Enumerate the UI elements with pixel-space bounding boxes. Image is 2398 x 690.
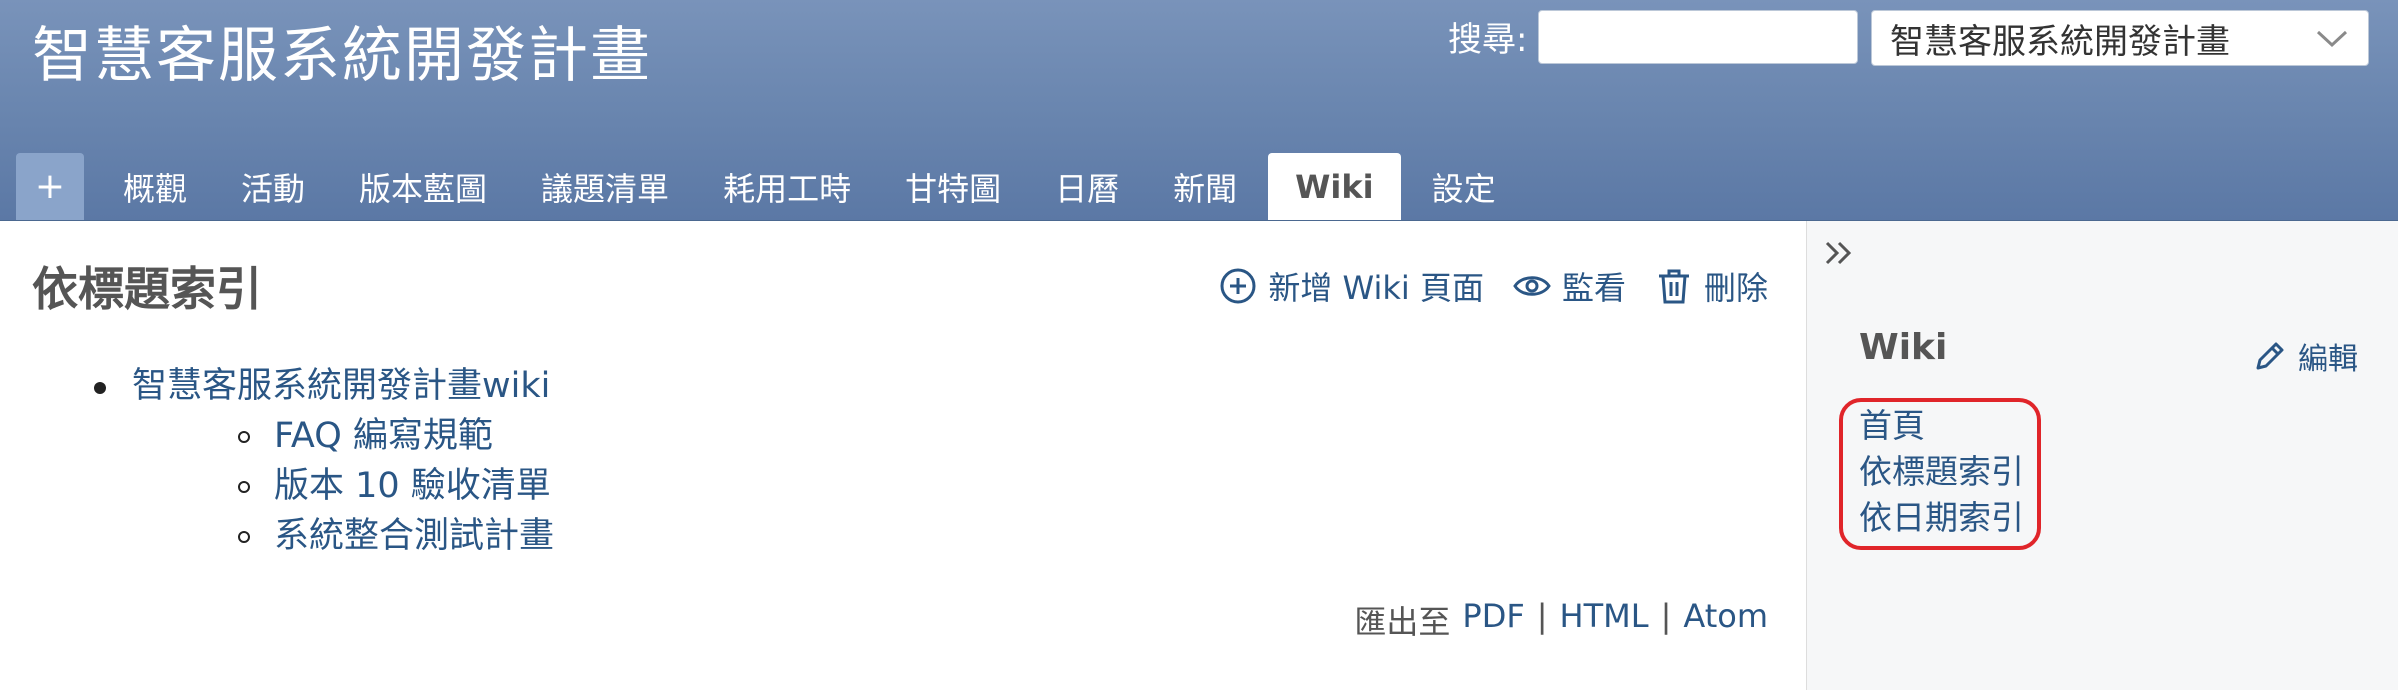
delete-button[interactable]: 刪除: [1654, 263, 1768, 309]
main-content: 依標題索引 新增 Wiki 頁面 監看 刪除 智慧客服系統開發計畫wiki FA…: [0, 221, 1806, 690]
sidebar-edit-label: 編輯: [2298, 342, 2358, 377]
sidebar-link-index-by-title[interactable]: 依標題索引: [1859, 449, 2037, 495]
sidebar-title: Wiki: [1859, 327, 1948, 368]
project-jump-selected: 智慧客服系統開發計畫: [1890, 21, 2230, 62]
sidebar-links-highlight: 首頁 依標題索引 依日期索引: [1839, 398, 2041, 550]
list-item: FAQ 編寫規範: [232, 411, 554, 461]
project-title[interactable]: 智慧客服系統開發計畫: [32, 16, 652, 96]
sidebar-link-start-page[interactable]: 首頁: [1859, 403, 2037, 449]
tab-spent-time[interactable]: 耗用工時: [696, 153, 878, 220]
chevron-down-icon: [2316, 30, 2348, 48]
watch-button[interactable]: 監看: [1512, 263, 1626, 309]
wiki-page-link-integration-test[interactable]: 系統整合測試計畫: [274, 516, 554, 556]
search-label: 搜尋:: [1448, 20, 1528, 60]
trash-icon: [1658, 269, 1689, 304]
pencil-icon: [2256, 342, 2284, 370]
export-atom-link[interactable]: Atom: [1683, 597, 1768, 643]
sidebar-edit-button[interactable]: 編輯: [2252, 334, 2358, 378]
page-title: 依標題索引: [32, 262, 262, 316]
tab-gantt[interactable]: 甘特圖: [878, 153, 1028, 220]
export-label: 匯出至: [1354, 603, 1451, 641]
export-pdf-link[interactable]: PDF: [1462, 597, 1524, 643]
separator: |: [1536, 597, 1548, 635]
new-wiki-page-button[interactable]: 新增 Wiki 頁面: [1218, 263, 1484, 309]
wiki-page-link-faq[interactable]: FAQ 編寫規範: [274, 416, 493, 456]
separator: |: [1660, 597, 1672, 635]
tab-wiki[interactable]: Wiki: [1268, 153, 1401, 220]
export-html-link[interactable]: HTML: [1560, 597, 1649, 643]
eye-icon: [1513, 276, 1551, 296]
wiki-child-pages: FAQ 編寫規範 版本 10 驗收清單 系統整合測試計畫: [132, 411, 554, 561]
new-object-button[interactable]: +: [16, 153, 84, 220]
wiki-page-link-acceptance[interactable]: 版本 10 驗收清單: [274, 466, 551, 506]
tab-issues[interactable]: 議題清單: [514, 153, 696, 220]
double-chevron-right-icon[interactable]: [1819, 233, 1859, 273]
list-item: 智慧客服系統開發計畫wiki FAQ 編寫規範 版本 10 驗收清單 系統整合測…: [90, 361, 554, 561]
contextual-actions: 新增 Wiki 頁面 監看 刪除: [1218, 263, 1768, 309]
tab-overview[interactable]: 概觀: [96, 153, 214, 220]
sidebar: Wiki 編輯 首頁 依標題索引 依日期索引: [1806, 221, 2398, 690]
list-item: 版本 10 驗收清單: [232, 461, 554, 511]
add-circle-icon: [1220, 268, 1256, 304]
wiki-page-index: 智慧客服系統開發計畫wiki FAQ 編寫規範 版本 10 驗收清單 系統整合測…: [90, 361, 554, 561]
main-menu: + 概觀 活動 版本藍圖 議題清單 耗用工時 甘特圖 日曆 新聞 Wiki 設定: [16, 153, 1523, 220]
tab-settings[interactable]: 設定: [1405, 153, 1523, 220]
sidebar-link-index-by-date[interactable]: 依日期索引: [1859, 495, 2037, 541]
wiki-root-page-link[interactable]: 智慧客服系統開發計畫wiki: [132, 366, 550, 406]
project-jump-select[interactable]: 智慧客服系統開發計畫: [1871, 10, 2369, 66]
tab-roadmap[interactable]: 版本藍圖: [332, 153, 514, 220]
watch-label: 監看: [1561, 269, 1626, 307]
list-item: 系統整合測試計畫: [232, 511, 554, 561]
export-links: 匯出至 PDF | HTML | Atom: [1354, 597, 1768, 643]
tab-calendar[interactable]: 日曆: [1028, 153, 1146, 220]
tab-activity[interactable]: 活動: [214, 153, 332, 220]
tab-news[interactable]: 新聞: [1146, 153, 1264, 220]
delete-label: 刪除: [1703, 269, 1768, 307]
header: 智慧客服系統開發計畫 搜尋: 智慧客服系統開發計畫 + 概觀 活動 版本藍圖 議…: [0, 0, 2398, 221]
new-wiki-page-label: 新增 Wiki 頁面: [1268, 269, 1484, 307]
search-input[interactable]: [1538, 10, 1858, 64]
